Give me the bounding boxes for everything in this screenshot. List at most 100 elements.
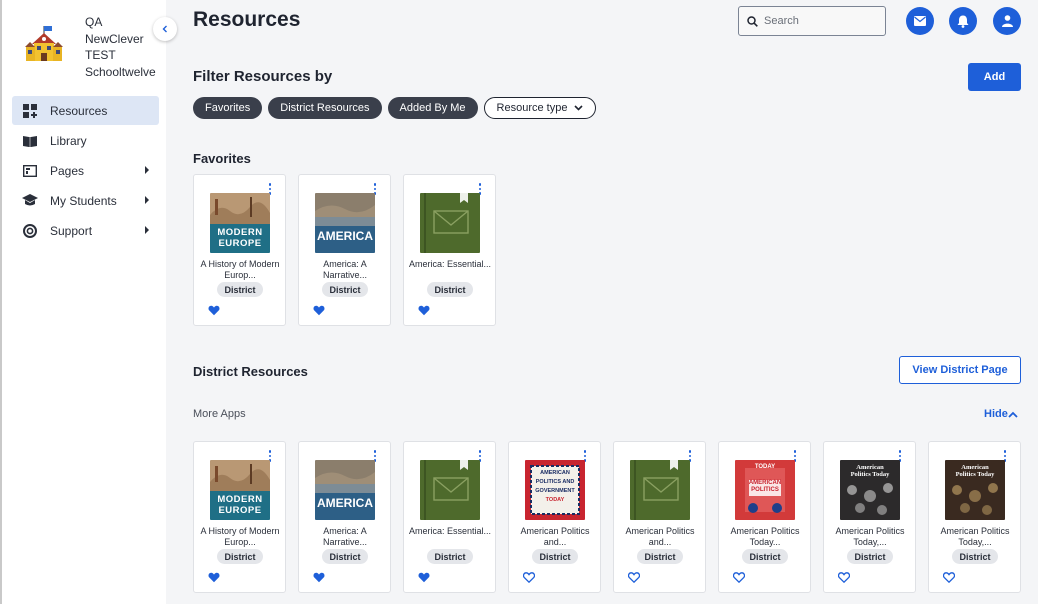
- profile-button[interactable]: [993, 7, 1021, 35]
- school-name-line: Schooltwelve: [85, 64, 156, 79]
- district-badge: District: [637, 549, 683, 564]
- resource-card[interactable]: AMERICAN POLITICS AND GOVERNMENT TODAY Ameri…: [508, 441, 601, 593]
- district-badge: District: [742, 549, 788, 564]
- chevron-left-icon: [162, 25, 167, 33]
- sidebar-nav: Resources Library Pages My Students Supp…: [12, 96, 159, 246]
- heart-outline-icon[interactable]: [628, 572, 640, 583]
- grid-plus-icon: [22, 103, 38, 119]
- search-input[interactable]: [764, 15, 874, 27]
- filter-pill-district-resources[interactable]: District Resources: [268, 97, 382, 119]
- sidebar-item-support[interactable]: Support: [12, 216, 159, 245]
- resource-card[interactable]: MODERN EUROPE A History of Modern Europ...…: [193, 441, 286, 593]
- district-badge: District: [322, 549, 368, 564]
- favorites-heading: Favorites: [193, 151, 251, 166]
- resource-type-label: Resource type: [496, 102, 568, 114]
- hide-label: Hide: [984, 408, 1008, 420]
- hide-toggle[interactable]: Hide: [984, 408, 1018, 420]
- resource-card[interactable]: American Politics and... District: [613, 441, 706, 593]
- sidebar-item-pages[interactable]: Pages: [12, 156, 159, 185]
- resource-card[interactable]: America: Essential... District: [403, 174, 496, 326]
- school-building-icon: [25, 26, 63, 61]
- resource-title: American Politics Today...: [730, 526, 800, 547]
- messages-button[interactable]: [906, 7, 934, 35]
- resource-title: American Politics Today,...: [835, 526, 905, 547]
- notifications-button[interactable]: [949, 7, 977, 35]
- user-icon: [1001, 15, 1013, 27]
- search-box[interactable]: [738, 6, 886, 36]
- book-cover: AMERICAN POLITICS TODAY: [735, 460, 795, 520]
- district-resources-heading: District Resources: [193, 364, 308, 379]
- sidebar-item-label: My Students: [50, 193, 117, 208]
- filter-pill-added-by-me[interactable]: Added By Me: [387, 97, 478, 119]
- heart-filled-icon[interactable]: [208, 572, 220, 583]
- lifebuoy-icon: [22, 223, 38, 239]
- filter-pill-favorites[interactable]: Favorites: [193, 97, 263, 119]
- search-icon: [747, 15, 758, 27]
- sidebar-item-label: Pages: [50, 163, 85, 178]
- heart-filled-icon[interactable]: [208, 305, 220, 316]
- book-cover: AMERICAN POLITICS AND GOVERNMENT TODAY: [525, 460, 585, 520]
- resource-card[interactable]: American Politics Today American Politics …: [928, 441, 1021, 593]
- sidebar-item-label: Library: [50, 133, 87, 148]
- district-badge: District: [952, 549, 998, 564]
- book-cover: AMERICA: [315, 193, 375, 253]
- page-title: Resources: [193, 8, 301, 31]
- book-cover: American Politics Today: [840, 460, 900, 520]
- heart-filled-icon[interactable]: [313, 572, 325, 583]
- graduation-cap-icon: [22, 193, 38, 209]
- mail-icon: [914, 16, 926, 26]
- resource-title: American Politics and...: [625, 526, 695, 547]
- heart-filled-icon[interactable]: [418, 572, 430, 583]
- school-header: QA NewClever TEST Schooltwelve: [24, 14, 164, 84]
- school-name-line: TEST: [85, 48, 116, 62]
- chevron-up-icon: [1008, 411, 1018, 418]
- district-badge: District: [847, 549, 893, 564]
- resource-card[interactable]: AMERICA America: A Narrative... District: [298, 441, 391, 593]
- heart-outline-icon[interactable]: [838, 572, 850, 583]
- book-cover: AMERICA: [315, 460, 375, 520]
- main-content: Resources Filter Resources by Add Favori…: [166, 0, 1038, 604]
- view-district-page-button[interactable]: View District Page: [899, 356, 1021, 384]
- book-cover: MODERN EUROPE: [210, 460, 270, 520]
- caret-right-icon: [145, 166, 149, 174]
- book-cover: American Politics Today: [945, 460, 1005, 520]
- favorites-row: MODERN EUROPE A History of Modern Europ...…: [193, 174, 496, 326]
- sidebar-item-label: Resources: [50, 103, 108, 118]
- resource-card[interactable]: MODERN EUROPE A History of Modern Europ...…: [193, 174, 286, 326]
- more-apps-label: More Apps: [193, 408, 246, 420]
- resource-card[interactable]: American Politics Today American Politics …: [823, 441, 916, 593]
- sidebar-item-my-students[interactable]: My Students: [12, 186, 159, 215]
- resource-card[interactable]: America: Essential... District: [403, 441, 496, 593]
- collapse-sidebar-button[interactable]: [153, 17, 177, 41]
- sidebar-item-library[interactable]: Library: [12, 126, 159, 155]
- resource-title: American Politics and...: [520, 526, 590, 547]
- book-cover: MODERN EUROPE: [210, 193, 270, 253]
- bell-icon: [957, 15, 969, 28]
- district-badge: District: [322, 282, 368, 297]
- resource-title: America: Essential...: [408, 259, 492, 269]
- book-cover: [420, 193, 480, 253]
- filter-heading: Filter Resources by: [193, 68, 333, 85]
- heart-filled-icon[interactable]: [418, 305, 430, 316]
- resource-card[interactable]: AMERICA America: A Narrative... District: [298, 174, 391, 326]
- heart-outline-icon[interactable]: [523, 572, 535, 583]
- resource-title: A History of Modern Europ...: [200, 259, 280, 280]
- district-badge: District: [427, 282, 473, 297]
- filter-pills: Favorites District Resources Added By Me…: [193, 97, 597, 119]
- book-cover: [420, 460, 480, 520]
- sidebar-item-resources[interactable]: Resources: [12, 96, 159, 125]
- heart-outline-icon[interactable]: [733, 572, 745, 583]
- heart-outline-icon[interactable]: [943, 572, 955, 583]
- heart-filled-icon[interactable]: [313, 305, 325, 316]
- resource-card[interactable]: AMERICAN POLITICS TODAY American Politics T…: [718, 441, 811, 593]
- resource-title: America: A Narrative...: [322, 526, 367, 547]
- district-badge: District: [427, 549, 473, 564]
- district-badge: District: [217, 549, 263, 564]
- sidebar: QA NewClever TEST Schooltwelve Resources…: [0, 0, 166, 604]
- sidebar-item-label: Support: [50, 223, 93, 238]
- resource-title: America: A Narrative...: [322, 259, 367, 280]
- caret-right-icon: [145, 226, 149, 234]
- book-cover: [630, 460, 690, 520]
- add-button[interactable]: Add: [968, 63, 1021, 91]
- resource-type-dropdown[interactable]: Resource type: [483, 97, 597, 119]
